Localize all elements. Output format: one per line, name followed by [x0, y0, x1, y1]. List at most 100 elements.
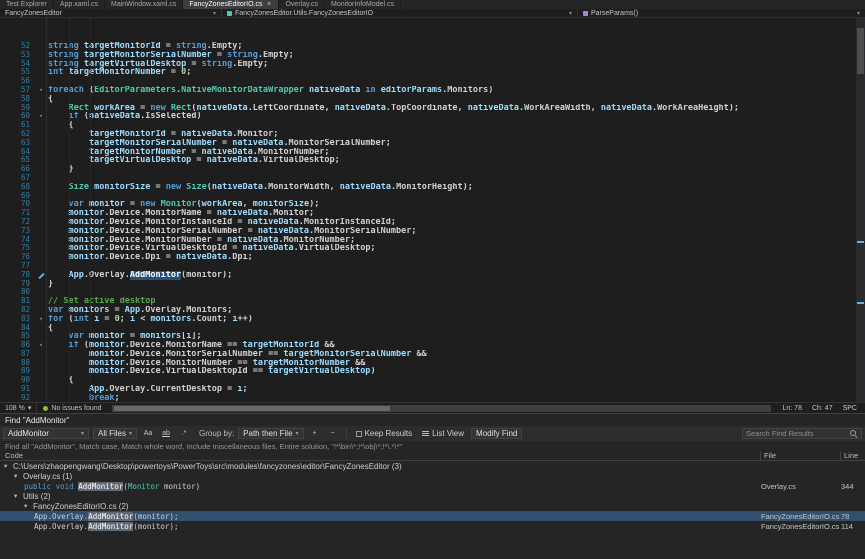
- find-result-group-row[interactable]: ▾FancyZonesEditorIO.cs (2): [0, 501, 865, 511]
- column-header-code[interactable]: Code: [0, 451, 761, 460]
- code-token: nativeData: [212, 183, 263, 192]
- zoom-control[interactable]: 108 %: [0, 403, 37, 413]
- code-editor[interactable]: 52string targetMonitorId = string.Empty;…: [0, 18, 865, 402]
- find-results-list[interactable]: ▾C:\Users\zhaopengwang\Desktop\powertoys…: [0, 461, 865, 559]
- find-result-group-row[interactable]: ▾Utils (2): [0, 491, 865, 501]
- column-header-file[interactable]: File: [761, 451, 841, 460]
- find-result-row[interactable]: App.Overlay.AddMonitor(monitor);FancyZon…: [0, 511, 865, 521]
- modify-find-button[interactable]: Modify Find: [471, 428, 522, 439]
- code-line[interactable]: 58{: [0, 95, 865, 104]
- code-line[interactable]: 75 monitor.Device.VirtualDesktopId = nat…: [0, 244, 865, 253]
- code-line[interactable]: 91 App.Overlay.CurrentDesktop = i;: [0, 385, 865, 394]
- editor-horizontal-scrollbar[interactable]: [112, 405, 771, 412]
- code-line[interactable]: 70 var monitor = new Monitor(workArea, m…: [0, 200, 865, 209]
- code-line[interactable]: 78 App.Overlay.AddMonitor(monitor);: [0, 271, 865, 280]
- code-line[interactable]: 83▾for (int i = 0; i < monitors.Count; i…: [0, 315, 865, 324]
- scrollbar-thumb[interactable]: [114, 406, 391, 411]
- expand-arrow-icon[interactable]: ▾: [14, 472, 23, 480]
- code-line[interactable]: 84{: [0, 324, 865, 333]
- code-token: .Device.MonitorSerialNumber =: [104, 227, 258, 236]
- code-line[interactable]: 67: [0, 174, 865, 183]
- expand-arrow-icon[interactable]: ▾: [4, 462, 13, 470]
- search-find-results-input[interactable]: [746, 429, 847, 438]
- use-regex-button[interactable]: .*: [177, 428, 191, 439]
- code-line[interactable]: 85 var monitor = monitors[i];: [0, 332, 865, 341]
- find-result-row[interactable]: public void AddMonitor(Monitor monitor)O…: [0, 481, 865, 491]
- code-lines[interactable]: 52string targetMonitorId = string.Empty;…: [0, 18, 865, 402]
- project-dropdown[interactable]: FancyZonesEditor: [0, 9, 222, 17]
- find-query-input[interactable]: [8, 429, 78, 438]
- scrollbar-thumb[interactable]: [857, 28, 864, 74]
- expand-arrow-icon[interactable]: ▾: [14, 492, 23, 500]
- list-view-toggle[interactable]: List View: [419, 428, 467, 439]
- code-line[interactable]: 59 Rect workArea = new Rect(nativeData.L…: [0, 104, 865, 113]
- search-find-results-box[interactable]: [742, 428, 862, 439]
- tab-monitorinfomodel-cs[interactable]: MonitorInfoModel.cs: [325, 0, 401, 9]
- code-line[interactable]: 53string targetMonitorSerialNumber = str…: [0, 51, 865, 60]
- regex-icon: .*: [182, 430, 187, 437]
- code-line[interactable]: 52string targetMonitorId = string.Empty;: [0, 42, 865, 51]
- expand-all-button[interactable]: +: [308, 428, 322, 439]
- code-line[interactable]: 81// Set active desktop: [0, 297, 865, 306]
- match-case-button[interactable]: Aa: [141, 428, 155, 439]
- code-line[interactable]: 73 monitor.Device.MonitorSerialNumber = …: [0, 227, 865, 236]
- code-line[interactable]: 57▾foreach (EditorParameters.NativeMonit…: [0, 86, 865, 95]
- code-token: monitorSize: [94, 183, 150, 192]
- code-line[interactable]: 77: [0, 262, 865, 271]
- match-whole-word-button[interactable]: ab: [159, 428, 173, 439]
- code-line[interactable]: 56: [0, 77, 865, 86]
- code-line[interactable]: 62 targetMonitorId = nativeData.Monitor;: [0, 130, 865, 139]
- code-line[interactable]: 60▾ if (nativeData.IsSelected): [0, 112, 865, 121]
- code-line[interactable]: 64 targetMonitorNumber = nativeData.Moni…: [0, 148, 865, 157]
- code-line[interactable]: 69: [0, 192, 865, 201]
- code-token: foreach: [48, 86, 84, 95]
- code-line[interactable]: 82var monitors = App.Overlay.Monitors;: [0, 306, 865, 315]
- code-token: .TopCoordinate,: [386, 104, 468, 113]
- tab-overlay-cs[interactable]: Overlay.cs: [279, 0, 325, 9]
- code-line[interactable]: 66 }: [0, 165, 865, 174]
- find-panel-title-bar[interactable]: Find "AddMonitor": [0, 414, 865, 426]
- group-by-combo[interactable]: Path then File: [238, 428, 303, 439]
- member-dropdown[interactable]: ParseParams(): [578, 9, 865, 17]
- find-result-group-row[interactable]: ▾C:\Users\zhaopengwang\Desktop\powertoys…: [0, 461, 865, 471]
- code-line[interactable]: 65 targetVirtualDesktop = nativeData.Vir…: [0, 156, 865, 165]
- code-line[interactable]: 71 monitor.Device.MonitorName = nativeDa…: [0, 209, 865, 218]
- code-line[interactable]: 74 monitor.Device.MonitorNumber = native…: [0, 236, 865, 245]
- code-line[interactable]: 55int targetMonitorNumber = 0;: [0, 68, 865, 77]
- code-line[interactable]: 88 monitor.Device.MonitorNumber == targe…: [0, 359, 865, 368]
- code-line[interactable]: 86▾ if (monitor.Device.MonitorName == ta…: [0, 341, 865, 350]
- document-health-indicator[interactable]: No issues found: [37, 403, 107, 413]
- tab-fancyzoneseditorio-cs[interactable]: FancyZonesEditorIO.cs: [183, 0, 279, 9]
- chevron-down-icon[interactable]: [81, 430, 84, 437]
- code-line[interactable]: 72 monitor.Device.MonitorInstanceId = na…: [0, 218, 865, 227]
- code-token: workArea: [202, 200, 243, 209]
- editor-vertical-scrollbar[interactable]: [856, 18, 865, 402]
- scope-combo[interactable]: All Files: [93, 428, 137, 439]
- code-line[interactable]: 63 targetMonitorSerialNumber = nativeDat…: [0, 139, 865, 148]
- code-line[interactable]: 87 monitor.Device.MonitorSerialNumber ==…: [0, 350, 865, 359]
- code-line[interactable]: 80: [0, 288, 865, 297]
- code-line[interactable]: 79}: [0, 280, 865, 289]
- code-line[interactable]: 92 break;: [0, 394, 865, 402]
- close-icon[interactable]: [265, 1, 272, 8]
- code-line[interactable]: 90 {: [0, 376, 865, 385]
- find-result-group-row[interactable]: ▾Overlay.cs (1): [0, 471, 865, 481]
- find-result-row[interactable]: App.Overlay.AddMonitor(monitor);FancyZon…: [0, 521, 865, 531]
- code-line[interactable]: 54string targetVirtualDesktop = string.E…: [0, 60, 865, 69]
- collapse-all-button[interactable]: −: [326, 428, 340, 439]
- code-token: .MonitorSerialNumber;: [283, 139, 390, 148]
- keep-results-toggle[interactable]: Keep Results: [353, 428, 416, 439]
- code-line[interactable]: 76 monitor.Device.Dpi = nativeData.Dpi;: [0, 253, 865, 262]
- tab-test-explorer[interactable]: Test Explorer: [0, 0, 54, 9]
- code-line[interactable]: 89 monitor.Device.VirtualDesktopId == ta…: [0, 367, 865, 376]
- type-dropdown[interactable]: FancyZonesEditor.Utils.FancyZonesEditorI…: [222, 9, 578, 17]
- tab-mainwindow-xaml-cs[interactable]: MainWindow.xaml.cs: [105, 0, 183, 9]
- code-line[interactable]: 68 Size monitorSize = new Size(nativeDat…: [0, 183, 865, 192]
- tab-app-xaml-cs[interactable]: App.xaml.cs: [54, 0, 105, 9]
- find-query-combo[interactable]: [3, 428, 89, 439]
- column-header-line[interactable]: Line: [841, 451, 865, 460]
- code-line[interactable]: 61 {: [0, 121, 865, 130]
- code-token: &&: [350, 359, 365, 368]
- expand-arrow-icon[interactable]: ▾: [24, 502, 33, 510]
- code-token: [48, 209, 68, 218]
